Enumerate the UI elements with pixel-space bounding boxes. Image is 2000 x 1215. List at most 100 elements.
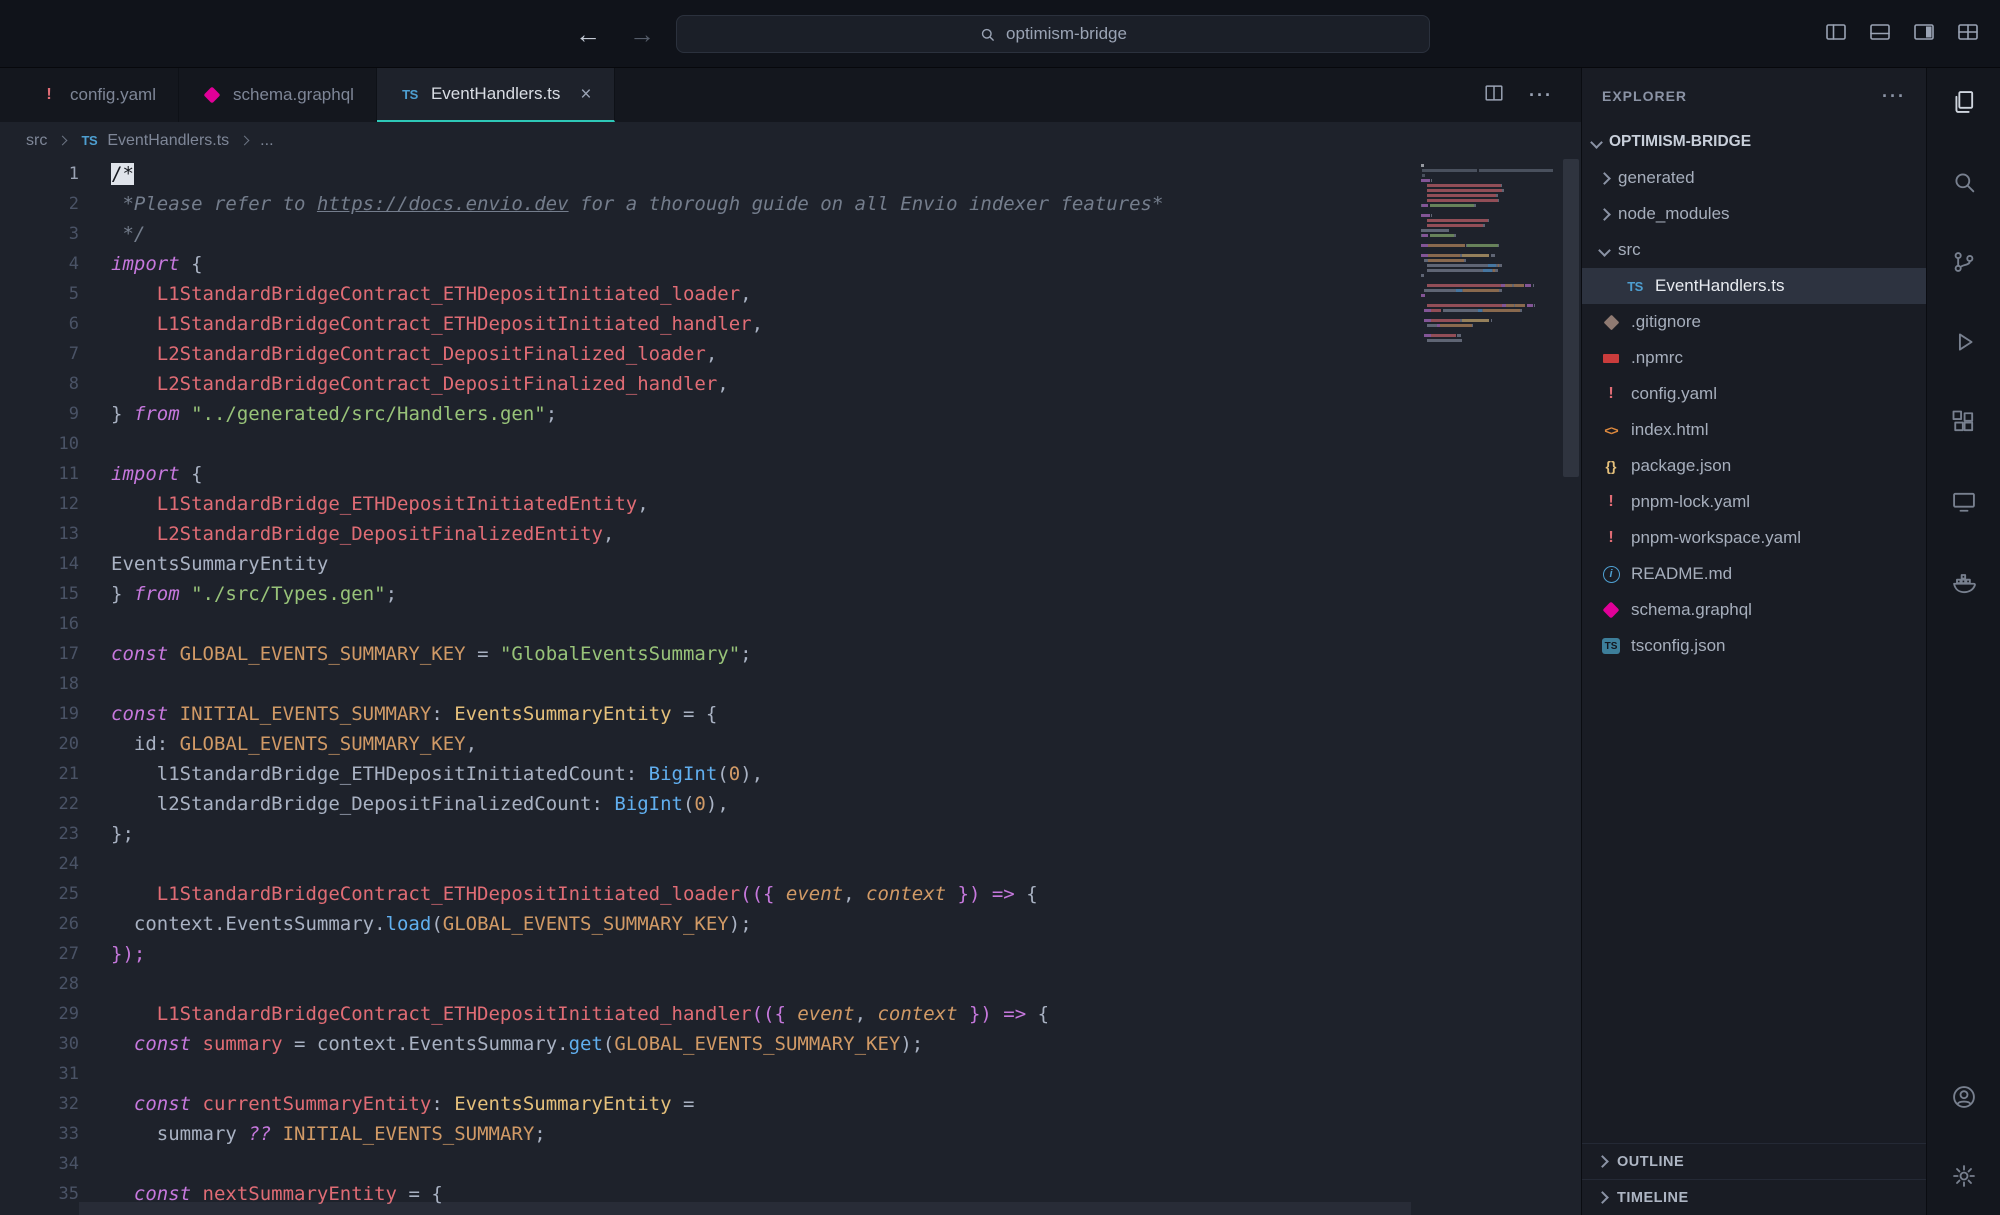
folder-node_modules[interactable]: node_modules	[1582, 196, 1926, 232]
file-config.yaml[interactable]: !config.yaml	[1582, 376, 1926, 412]
line-number: 33	[0, 1119, 79, 1149]
explorer-icon[interactable]	[1940, 78, 1988, 126]
code-line[interactable]: 2 *Please refer to https://docs.envio.de…	[0, 189, 1581, 219]
code-line[interactable]: 33 summary ?? INITIAL_EVENTS_SUMMARY;	[0, 1119, 1581, 1149]
tree-item-label: node_modules	[1618, 204, 1730, 224]
code-line[interactable]: 30 const summary = context.EventsSummary…	[0, 1029, 1581, 1059]
file-index.html[interactable]: <>index.html	[1582, 412, 1926, 448]
code-line[interactable]: 29 L1StandardBridgeContract_ETHDepositIn…	[0, 999, 1581, 1029]
line-number: 20	[0, 729, 79, 759]
code-line[interactable]: 21 l1StandardBridge_ETHDepositInitiatedC…	[0, 759, 1581, 789]
code-line[interactable]: 25 L1StandardBridgeContract_ETHDepositIn…	[0, 879, 1581, 909]
remote-icon[interactable]	[1940, 478, 1988, 526]
code-line[interactable]: 13 L2StandardBridge_DepositFinalizedEnti…	[0, 519, 1581, 549]
timeline-section[interactable]: TIMELINE	[1582, 1179, 1926, 1215]
layout-toggle-icons	[1824, 0, 1980, 68]
tab-EventHandlers.ts[interactable]: TSEventHandlers.ts×	[377, 68, 615, 122]
line-number: 14	[0, 549, 79, 579]
source-control-icon[interactable]	[1940, 238, 1988, 286]
tree-item-label: src	[1618, 240, 1641, 260]
back-arrow-icon[interactable]: ←	[575, 19, 601, 50]
code-line[interactable]: 9} from "../generated/src/Handlers.gen";	[0, 399, 1581, 429]
forward-arrow-icon[interactable]: →	[629, 19, 655, 50]
outline-label: OUTLINE	[1617, 1154, 1684, 1170]
folder-generated[interactable]: generated	[1582, 160, 1926, 196]
folder-src[interactable]: src	[1582, 232, 1926, 268]
code-line[interactable]: 32 const currentSummaryEntity: EventsSum…	[0, 1089, 1581, 1119]
typescript-icon: TS	[78, 133, 100, 148]
tab-label: EventHandlers.ts	[431, 84, 560, 104]
code-line[interactable]: 4import {	[0, 249, 1581, 279]
code-line[interactable]: 11import {	[0, 459, 1581, 489]
search-icon[interactable]	[1940, 158, 1988, 206]
code-line[interactable]: 12 L1StandardBridge_ETHDepositInitiatedE…	[0, 489, 1581, 519]
sidebar-sections: OUTLINE TIMELINE	[1582, 1143, 1926, 1215]
settings-icon[interactable]	[1940, 1152, 1988, 1200]
file-package.json[interactable]: {}package.json	[1582, 448, 1926, 484]
breadcrumb-item[interactable]: TSEventHandlers.ts	[78, 132, 229, 150]
toggle-sidebar-right-icon[interactable]	[1912, 20, 1936, 49]
file-schema.graphql[interactable]: schema.graphql	[1582, 592, 1926, 628]
yaml-icon: !	[1600, 529, 1622, 547]
run-debug-icon[interactable]	[1940, 318, 1988, 366]
code-line[interactable]: 23};	[0, 819, 1581, 849]
code-line[interactable]: 31	[0, 1059, 1581, 1089]
code-line[interactable]: 18	[0, 669, 1581, 699]
minimap[interactable]	[1421, 164, 1553, 342]
outline-section[interactable]: OUTLINE	[1582, 1143, 1926, 1179]
file-.gitignore[interactable]: .gitignore	[1582, 304, 1926, 340]
yaml-icon: !	[1600, 493, 1622, 511]
code-line[interactable]: 16	[0, 609, 1581, 639]
code-line[interactable]: 19const INITIAL_EVENTS_SUMMARY: EventsSu…	[0, 699, 1581, 729]
file-README.md[interactable]: iREADME.md	[1582, 556, 1926, 592]
code-line[interactable]: 5 L1StandardBridgeContract_ETHDepositIni…	[0, 279, 1581, 309]
workspace-root[interactable]: OPTIMISM-BRIDGE	[1582, 124, 1926, 160]
code-line[interactable]: 17const GLOBAL_EVENTS_SUMMARY_KEY = "Glo…	[0, 639, 1581, 669]
editor[interactable]: 1/*2 *Please refer to https://docs.envio…	[0, 159, 1581, 1215]
line-number: 12	[0, 489, 79, 519]
toggle-sidebar-left-icon[interactable]	[1824, 20, 1848, 49]
docker-icon[interactable]	[1940, 558, 1988, 606]
line-number: 19	[0, 699, 79, 729]
breadcrumb-item[interactable]: ...	[260, 132, 273, 150]
code-line[interactable]: 6 L1StandardBridgeContract_ETHDepositIni…	[0, 309, 1581, 339]
code-line[interactable]: 7 L2StandardBridgeContract_DepositFinali…	[0, 339, 1581, 369]
breadcrumb-item[interactable]: src	[26, 132, 47, 150]
command-center-search[interactable]: optimism-bridge	[676, 15, 1430, 53]
code-line[interactable]: 22 l2StandardBridge_DepositFinalizedCoun…	[0, 789, 1581, 819]
file-pnpm-lock.yaml[interactable]: !pnpm-lock.yaml	[1582, 484, 1926, 520]
code-line[interactable]: 8 L2StandardBridgeContract_DepositFinali…	[0, 369, 1581, 399]
chevron-down-icon	[1590, 136, 1603, 149]
line-number: 16	[0, 609, 79, 639]
code-line[interactable]: 28	[0, 969, 1581, 999]
toggle-panel-bottom-icon[interactable]	[1868, 20, 1892, 49]
file-pnpm-workspace.yaml[interactable]: !pnpm-workspace.yaml	[1582, 520, 1926, 556]
code-line[interactable]: 24	[0, 849, 1581, 879]
code-line[interactable]: 27});	[0, 939, 1581, 969]
sidebar-more-actions-icon[interactable]: ···	[1882, 86, 1906, 107]
close-tab-icon[interactable]: ×	[580, 85, 591, 104]
file-tsconfig.json[interactable]: TStsconfig.json	[1582, 628, 1926, 664]
split-editor-icon[interactable]	[1483, 82, 1505, 109]
code-line[interactable]: 20 id: GLOBAL_EVENTS_SUMMARY_KEY,	[0, 729, 1581, 759]
tab-config.yaml[interactable]: !config.yaml	[16, 68, 179, 122]
code-line[interactable]: 3 */	[0, 219, 1581, 249]
code-line[interactable]: 10	[0, 429, 1581, 459]
code-line[interactable]: 14EventsSummaryEntity	[0, 549, 1581, 579]
account-icon[interactable]	[1940, 1073, 1988, 1121]
vertical-scrollbar[interactable]	[1563, 159, 1579, 477]
sidebar-header: EXPLORER ···	[1582, 68, 1926, 124]
activity-bar	[1926, 68, 2000, 1215]
file-.npmrc[interactable]: .npmrc	[1582, 340, 1926, 376]
tree-item-label: EventHandlers.ts	[1655, 276, 1784, 296]
code-line[interactable]: 15} from "./src/Types.gen";	[0, 579, 1581, 609]
file-EventHandlers.ts[interactable]: TSEventHandlers.ts	[1582, 268, 1926, 304]
horizontal-scrollbar[interactable]	[79, 1202, 1411, 1215]
code-line[interactable]: 26 context.EventsSummary.load(GLOBAL_EVE…	[0, 909, 1581, 939]
code-line[interactable]: 34	[0, 1149, 1581, 1179]
extensions-icon[interactable]	[1940, 398, 1988, 446]
more-actions-icon[interactable]: ···	[1529, 85, 1553, 106]
tab-schema.graphql[interactable]: schema.graphql	[179, 68, 377, 122]
code-line[interactable]: 1/*	[0, 159, 1581, 189]
customize-layout-icon[interactable]	[1956, 20, 1980, 49]
